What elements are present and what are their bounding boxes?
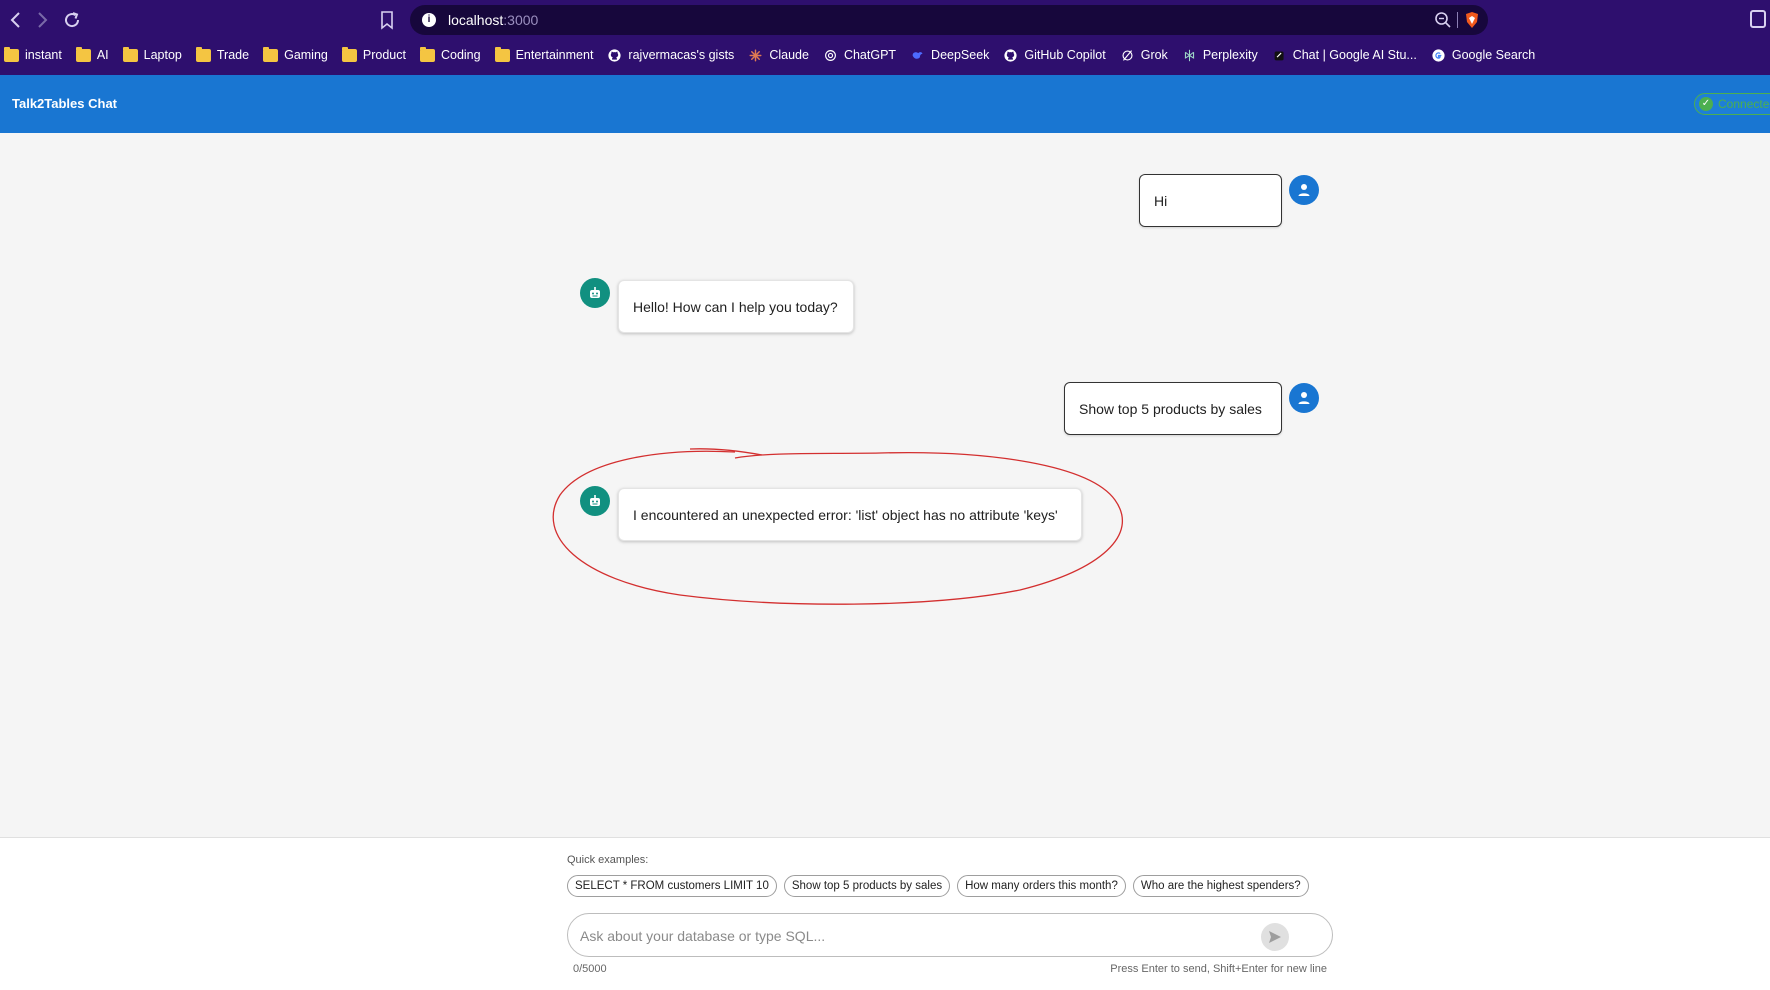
message-bubble: Show top 5 products by sales <box>1064 382 1282 435</box>
reload-icon[interactable] <box>60 8 84 32</box>
bookmark-deepseek[interactable]: DeepSeek <box>910 48 989 62</box>
message-text: I encountered an unexpected error: 'list… <box>633 506 1058 523</box>
address-bar[interactable]: i localhost:3000 <box>410 5 1488 35</box>
folder-icon <box>494 46 510 62</box>
folder-icon <box>263 46 279 62</box>
bookmark-page-icon[interactable] <box>376 9 398 31</box>
google-icon <box>1432 48 1445 62</box>
zoom-icon[interactable] <box>1434 11 1452 29</box>
message-text: Show top 5 products by sales <box>1079 400 1262 417</box>
send-icon <box>1269 931 1281 943</box>
chatgpt-icon <box>824 49 836 61</box>
bookmark-chatgpt[interactable]: ChatGPT <box>823 48 896 62</box>
check-circle-icon: ✓ <box>1699 97 1713 111</box>
deepseek-icon <box>912 51 923 59</box>
browser-chrome: i localhost:3000 instant AI Laptop Trade… <box>0 0 1770 75</box>
site-info-icon[interactable]: i <box>422 13 436 27</box>
bookmark-gaming[interactable]: Gaming <box>263 46 328 62</box>
brave-shield-icon[interactable] <box>1464 11 1480 29</box>
bot-avatar <box>580 278 610 308</box>
github-icon <box>608 48 622 62</box>
robot-icon <box>590 495 600 506</box>
aistudio-icon <box>1274 50 1284 60</box>
quick-example-chip[interactable]: How many orders this month? <box>957 875 1126 897</box>
character-count: 0/5000 <box>573 963 607 975</box>
message-bubble: Hello! How can I help you today? <box>618 280 854 333</box>
bookmark-github-copilot[interactable]: GitHub Copilot <box>1003 48 1106 62</box>
message-bubble: I encountered an unexpected error: 'list… <box>618 488 1082 541</box>
folder-icon <box>195 46 211 62</box>
folder-icon <box>122 46 138 62</box>
folder-icon <box>4 46 19 62</box>
user-avatar <box>1289 175 1319 205</box>
address-text: localhost:3000 <box>448 12 539 28</box>
perplexity-icon <box>1184 49 1194 61</box>
bookmark-ai-studio[interactable]: Chat | Google AI Stu... <box>1272 48 1417 62</box>
send-button[interactable] <box>1261 923 1289 951</box>
connection-status-badge: ✓ Connected <box>1694 93 1770 115</box>
back-icon[interactable] <box>4 8 28 32</box>
app-header: Talk2Tables Chat ✓ Connected <box>0 75 1770 133</box>
bookmark-entertainment[interactable]: Entertainment <box>494 46 593 62</box>
github-icon <box>1004 48 1018 62</box>
person-icon <box>1298 184 1310 196</box>
folder-icon <box>341 46 357 62</box>
address-separator <box>1457 12 1458 28</box>
bookmark-instant[interactable]: instant <box>4 46 62 62</box>
message-input-container <box>567 913 1333 957</box>
browser-toolbar: i localhost:3000 <box>0 0 1770 40</box>
message-input[interactable] <box>580 926 1260 946</box>
bookmarks-bar: instant AI Laptop Trade Gaming Product C… <box>0 44 1770 66</box>
message-text: Hello! How can I help you today? <box>633 298 838 315</box>
folder-icon <box>419 46 435 62</box>
bot-avatar <box>580 486 610 516</box>
app-title: Talk2Tables Chat <box>12 96 117 111</box>
bookmark-gists[interactable]: rajvermacas's gists <box>607 48 734 62</box>
folder-icon <box>75 46 91 62</box>
bookmark-google-search[interactable]: Google Search <box>1431 48 1535 62</box>
robot-icon <box>590 287 600 298</box>
bookmark-product[interactable]: Product <box>341 46 406 62</box>
bookmark-trade[interactable]: Trade <box>195 46 249 62</box>
connection-status-text: Connected <box>1718 97 1770 111</box>
bookmark-laptop[interactable]: Laptop <box>122 46 182 62</box>
message-bubble: Hi <box>1139 174 1282 227</box>
quick-example-chip[interactable]: SELECT * FROM customers LIMIT 10 <box>567 875 777 897</box>
bookmark-claude[interactable]: Claude <box>748 48 809 62</box>
sidebar-icon[interactable] <box>1750 10 1766 28</box>
user-avatar <box>1289 383 1319 413</box>
message-text: Hi <box>1154 192 1168 209</box>
grok-icon <box>1122 49 1133 61</box>
bookmark-ai[interactable]: AI <box>75 46 109 62</box>
person-icon <box>1298 392 1310 404</box>
bookmark-perplexity[interactable]: Perplexity <box>1182 48 1258 62</box>
forward-icon[interactable] <box>30 8 54 32</box>
input-hint: Press Enter to send, Shift+Enter for new… <box>1110 963 1327 975</box>
chat-messages: Hi Hello! How can I help you today? Show… <box>0 133 1770 837</box>
quick-examples: SELECT * FROM customers LIMIT 10 Show to… <box>567 875 1316 897</box>
bookmark-coding[interactable]: Coding <box>419 46 481 62</box>
bookmark-grok[interactable]: Grok <box>1120 48 1168 62</box>
quick-example-chip[interactable]: Who are the highest spenders? <box>1132 875 1309 897</box>
claude-icon <box>749 48 762 62</box>
quick-examples-label: Quick examples: <box>567 854 649 866</box>
quick-example-chip[interactable]: Show top 5 products by sales <box>783 875 951 897</box>
input-section: Quick examples: SELECT * FROM customers … <box>0 837 1770 990</box>
